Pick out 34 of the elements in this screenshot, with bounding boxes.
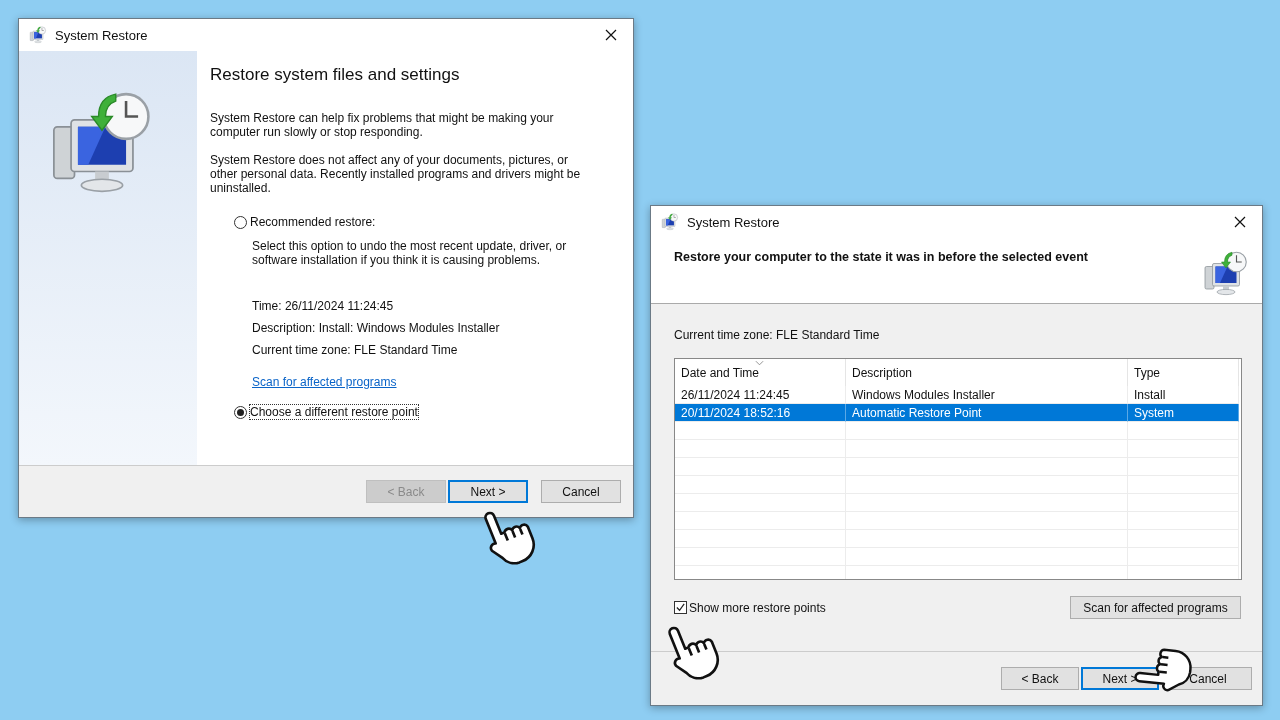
option-label[interactable]: Recommended restore: <box>250 215 376 229</box>
column-header[interactable]: Type <box>1128 359 1239 386</box>
dialog-button[interactable]: < Back <box>1001 667 1079 690</box>
option-label[interactable]: Choose a different restore point <box>250 405 418 419</box>
timezone-text: Current time zone: FLE Standard Time <box>674 328 881 342</box>
restore-detail: Description: Install: Windows Modules Installer <box>252 321 501 335</box>
table-cell: Automatic Restore Point <box>846 404 1128 422</box>
table-cell: 20/11/2024 18:52:16 <box>675 404 846 422</box>
scan-button[interactable]: Scan for affected programs <box>1070 596 1241 619</box>
column-header[interactable]: Date and Time <box>675 359 846 386</box>
radio-button[interactable] <box>234 215 247 229</box>
column-header[interactable]: Description <box>846 359 1128 386</box>
checkbox-label[interactable]: Show more restore points <box>689 600 826 615</box>
option-description: Select this option to undo the most recent update, driver, or software installation if you think it is causing problems. <box>252 239 568 267</box>
dialog-button[interactable]: Cancel <box>541 480 621 503</box>
table-row[interactable]: 20/11/2024 18:52:16 Automatic Restore Point System <box>675 404 1241 422</box>
close-icon[interactable] <box>605 29 617 41</box>
page-heading: Restore your computer to the state it was in before the selected event <box>674 250 1088 266</box>
restore-detail: Current time zone: FLE Standard Time <box>252 343 459 357</box>
window-title: System Restore <box>687 214 781 230</box>
scan-link[interactable]: Scan for affected programs <box>252 375 397 389</box>
restore-detail: Time: 26/11/2024 11:24:45 <box>252 299 395 313</box>
system-restore-icon <box>29 26 47 44</box>
radio-button[interactable] <box>234 405 247 419</box>
system-restore-icon <box>661 213 679 231</box>
description-text: System Restore does not affect any of your documents, pictures, or other personal data. Recently installed programs and drivers might be uninstalled. <box>210 153 582 195</box>
description-text: System Restore can help fix problems that might be making your computer run slowly or stop responding. <box>210 111 555 139</box>
system-restore-icon <box>1202 250 1250 298</box>
window-title: System Restore <box>55 27 149 43</box>
dialog-button[interactable]: Next > <box>448 480 528 503</box>
table-cell: System <box>1128 404 1239 422</box>
page-heading: Restore system files and settings <box>210 65 461 85</box>
checkbox[interactable] <box>674 601 687 614</box>
close-icon[interactable] <box>1234 216 1246 228</box>
